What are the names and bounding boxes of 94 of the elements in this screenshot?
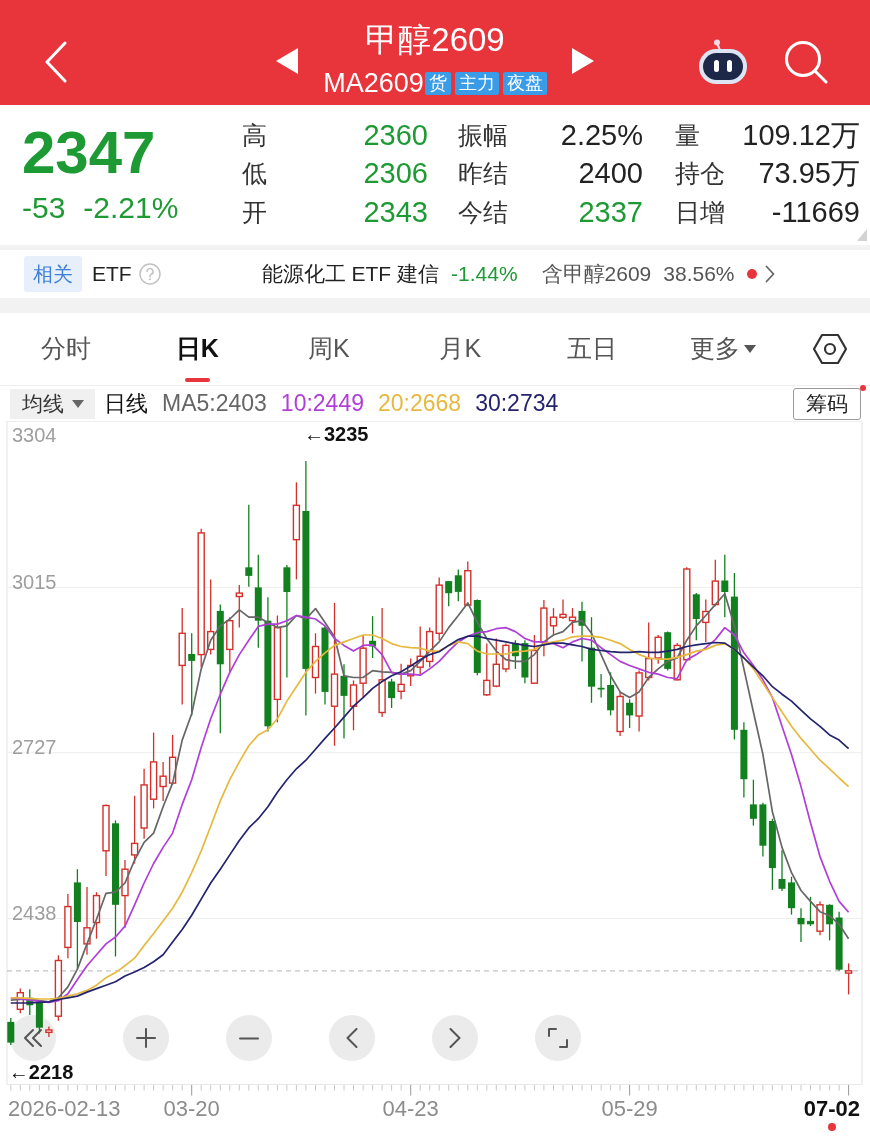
legend-item: 10:2449 <box>280 389 364 419</box>
stat-label: 昨结 <box>458 158 508 189</box>
stat-label: 今结 <box>458 196 508 228</box>
chevron-right-icon <box>449 1028 461 1048</box>
candle <box>788 876 795 916</box>
stat-value: 2337 <box>578 194 643 230</box>
stat-label: 日增 <box>675 196 725 228</box>
period-label: 日线 <box>104 390 148 418</box>
caret-down-icon <box>71 399 84 408</box>
stat-value: -11669 <box>771 194 860 230</box>
stat-value: 2360 <box>363 117 428 153</box>
indicator-selector[interactable]: 均线 <box>10 388 95 419</box>
scroll-left-button[interactable] <box>329 1015 375 1061</box>
zoom-out-button[interactable] <box>226 1015 272 1061</box>
chevron-left-icon <box>44 40 68 83</box>
price-change: -53 <box>22 191 66 225</box>
tab[interactable]: 五日 <box>526 313 658 385</box>
candle <box>807 896 814 927</box>
chevron-right-icon[interactable] <box>764 265 775 283</box>
price-annotation: ←2218 <box>8 1061 74 1084</box>
legend-item: MA5:2403 <box>162 389 267 419</box>
triangle-left-icon <box>276 48 298 74</box>
stat-value: 2.25% <box>560 117 643 153</box>
tab[interactable]: 月K <box>394 313 526 385</box>
search-icon <box>784 39 828 84</box>
candle <box>778 849 786 892</box>
stat-value: 2400 <box>578 156 643 191</box>
tab[interactable]: 周K <box>263 313 395 385</box>
scroll-right-button[interactable] <box>432 1015 478 1061</box>
legend-item: 30:2734 <box>475 389 559 419</box>
minus-icon <box>239 1036 259 1040</box>
tab[interactable]: 更多 <box>657 313 789 385</box>
x-axis-label: 05-29 <box>601 1095 658 1121</box>
fund-name[interactable]: 能源化工 ETF 建信 <box>261 258 439 290</box>
y-axis-label: 2438 <box>12 901 57 924</box>
stat-value: 73.95万 <box>758 156 860 191</box>
related-tag: 相关 <box>24 256 82 292</box>
candle <box>16 987 24 1014</box>
fund-change: -1.44% <box>451 261 518 288</box>
price-annotation: ←3235 <box>303 423 369 446</box>
chevron-left-icon <box>346 1028 358 1048</box>
candle <box>54 954 63 1022</box>
candle <box>7 1017 15 1046</box>
triangle-right-icon <box>572 48 594 74</box>
fullscreen-button[interactable] <box>535 1015 581 1061</box>
fullscreen-icon <box>548 1028 568 1048</box>
candle <box>130 795 139 865</box>
candle <box>530 634 539 685</box>
candle <box>597 673 605 699</box>
contract-tag: 货 <box>424 71 451 95</box>
y-axis-label: 3304 <box>12 424 57 447</box>
contract-tag: 主力 <box>454 71 499 95</box>
caret-down-icon <box>744 345 757 353</box>
stat-value: 109.12万 <box>742 117 860 153</box>
stat-value: 2306 <box>363 156 428 191</box>
tab[interactable]: 日K <box>131 313 263 385</box>
etf-label: ETF <box>92 261 132 288</box>
stat-label: 持仓 <box>675 158 725 189</box>
contract-title: 甲醇2609 <box>365 22 505 58</box>
y-axis-label: 2727 <box>12 736 57 758</box>
holding-label: 含甲醇2609 <box>541 261 652 288</box>
stat-label: 振幅 <box>458 119 508 151</box>
contract-code: MA2609 <box>323 70 424 96</box>
stat-label: 高 <box>242 119 267 151</box>
zoom-in-button[interactable] <box>123 1015 169 1061</box>
contract-tag: 夜盘 <box>502 71 547 95</box>
end-date-label: 07-02 <box>803 1095 860 1121</box>
robot-icon <box>698 38 748 85</box>
stat-label: 量 <box>675 119 700 151</box>
percent-change: -2.21% <box>83 191 179 225</box>
last-price: 2347 <box>22 123 156 183</box>
settings-icon <box>811 333 848 365</box>
previous-contract-button[interactable] <box>276 48 298 74</box>
stat-label: 开 <box>242 196 267 228</box>
double-chevron-left-icon <box>23 1028 43 1048</box>
stat-label: 低 <box>242 158 267 189</box>
next-contract-button[interactable] <box>572 48 594 74</box>
candle <box>816 900 824 936</box>
tab[interactable]: 分时 <box>0 313 132 385</box>
candle <box>92 891 101 940</box>
holding-weight: 38.56% <box>663 261 735 288</box>
x-axis-label: 03-20 <box>163 1095 220 1121</box>
start-date-label: 2026-02-13 <box>8 1095 121 1121</box>
stat-value: 2343 <box>363 194 428 230</box>
legend-item: 20:2668 <box>378 389 462 419</box>
candle <box>168 734 177 786</box>
chips-button[interactable]: 筹码 <box>793 387 861 420</box>
y-axis-label: 3015 <box>12 570 57 593</box>
candle <box>797 907 805 943</box>
search-button[interactable] <box>784 39 828 84</box>
assistant-button[interactable] <box>698 38 748 85</box>
x-axis-label: 04-23 <box>382 1095 439 1121</box>
candle <box>45 1025 53 1038</box>
plus-icon <box>136 1028 156 1048</box>
